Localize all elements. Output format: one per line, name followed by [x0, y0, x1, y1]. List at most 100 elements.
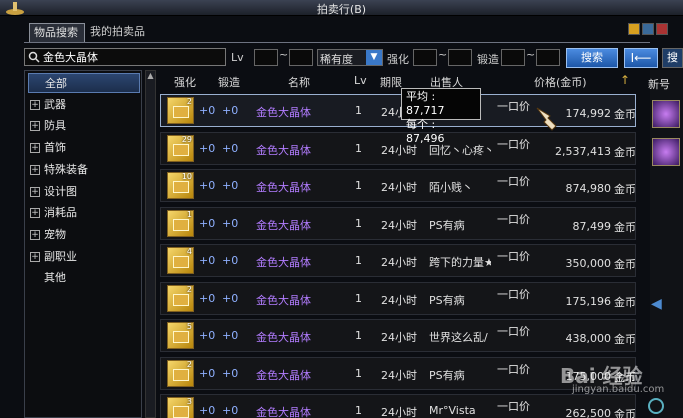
item-name-cell: 金色大晶体 — [256, 181, 311, 194]
forge-max-field[interactable] — [536, 49, 560, 66]
search-box — [24, 48, 226, 66]
category-item[interactable]: + 防具 — [28, 116, 140, 136]
level-cell: 1 — [355, 254, 362, 267]
resize-button[interactable] — [642, 23, 654, 35]
chest-shape — [173, 218, 189, 231]
table-row[interactable]: 29 +0 +0 金色大晶体 1 24小时 回忆丶心疼丶 一口价 2,537,413 金币 — [160, 131, 636, 165]
search-input[interactable] — [43, 50, 223, 64]
skill-icon[interactable] — [652, 138, 680, 166]
table-row[interactable]: 3 +0 +0 金色大晶体 1 24小时 Mr°Vista 一口价 262,500 金币 — [160, 394, 636, 418]
item-name-cell: 金色大晶体 — [256, 406, 311, 418]
currency-cell: 金币 — [614, 333, 636, 346]
skill-icon[interactable] — [652, 100, 680, 128]
item-count: 1 — [186, 209, 192, 219]
chest-shape — [173, 143, 189, 156]
expand-icon[interactable]: + — [30, 208, 40, 219]
category-label: 特殊装备 — [44, 162, 88, 176]
refresh-icon[interactable] — [648, 398, 664, 414]
period-cell: 24小时 — [381, 406, 417, 418]
category-item[interactable]: 全部 — [28, 73, 140, 93]
category-item[interactable]: + 武器 — [28, 95, 140, 115]
table-row[interactable]: 5 +0 +0 金色大晶体 1 24小时 世界这么乱/一口价 438,000 金币 — [160, 319, 636, 352]
col-forge[interactable]: 锻造 — [218, 74, 240, 90]
category-label: 全部 — [45, 77, 67, 90]
category-label: 其他 — [44, 271, 66, 285]
tooltip-average: 平均 : 87,717 — [406, 90, 445, 117]
chest-shape — [173, 106, 189, 118]
enhance-label: 强化 — [387, 53, 409, 66]
table-row[interactable]: 4 +0 +0 金色大晶体 1 24小时 跨下的力量★ 一口价 350,000 金币 — [160, 244, 636, 277]
level-cell: 1 — [355, 329, 362, 342]
col-price[interactable]: 价格(金币) — [534, 74, 587, 90]
back-button[interactable]: I⟵ — [624, 48, 658, 68]
category-item[interactable]: + 消耗品 — [28, 203, 140, 223]
tab-item-search[interactable]: 物品搜索 — [29, 23, 85, 43]
item-count: 3 — [186, 397, 192, 406]
category-item[interactable]: 其他 — [28, 268, 140, 288]
crystal-box-icon: 2 — [167, 97, 194, 124]
scroll-up-icon[interactable]: ▲ — [146, 71, 155, 81]
seller-cell: 世界这么乱/ — [429, 331, 488, 344]
enhance-max-field[interactable] — [448, 49, 472, 66]
col-lv[interactable]: Lv — [354, 74, 367, 87]
seller-cell: PS有病 — [429, 368, 465, 382]
currency-cell: 金币 — [614, 220, 636, 234]
expand-icon[interactable]: + — [30, 143, 40, 154]
category-item[interactable]: + 首饰 — [28, 138, 140, 158]
search-button[interactable]: 搜索 — [566, 48, 618, 68]
crystal-box-icon: 2 — [167, 359, 194, 387]
seller-cell: PS有病 — [429, 218, 465, 232]
category-item[interactable]: + 特殊装备 — [28, 160, 140, 180]
category-label: 首饰 — [44, 141, 66, 155]
lv-min-field[interactable] — [254, 49, 278, 66]
category-item[interactable]: + 宠物 — [28, 225, 140, 245]
item-name-cell: 金色大晶体 — [256, 256, 311, 269]
rarity-select[interactable]: 稀有度 ▼ — [317, 49, 383, 66]
table-row[interactable]: 2 +0 +0 金色大晶体 1 24小时 一口价 174,992 金币 — [160, 94, 636, 127]
sort-icon[interactable]: ↑ — [620, 73, 630, 87]
item-name-cell: 金色大晶体 — [256, 143, 311, 157]
more-button[interactable]: 搜 — [662, 48, 683, 68]
forge-label: 锻造 — [477, 53, 499, 66]
category-item[interactable]: + 设计图 — [28, 182, 140, 202]
tab-my-auctions[interactable]: 我的拍卖品 — [86, 23, 150, 43]
period-cell: 24小时 — [381, 181, 417, 194]
close-button[interactable] — [656, 23, 668, 35]
item-count: 2 — [186, 97, 192, 106]
item-count: 2 — [186, 359, 192, 369]
col-name[interactable]: 名称 — [288, 74, 310, 90]
lv-label: Lv — [231, 51, 244, 64]
price-cell: 350,000 — [565, 257, 612, 270]
price-type-cell: 一口价 — [497, 175, 530, 188]
forge-min-field[interactable] — [501, 49, 525, 66]
arrow-left-icon[interactable]: ◀ — [651, 296, 662, 312]
price-type-cell: 一口价 — [497, 325, 530, 338]
table-row[interactable]: 10 +0 +0 金色大晶体 1 24小时 陌小贱丶 一口价 874,980 金币 — [160, 169, 636, 202]
expand-icon[interactable]: + — [30, 186, 40, 197]
expand-icon[interactable]: + — [30, 121, 40, 132]
expand-icon[interactable]: + — [30, 251, 40, 262]
enhance-cell: +0 — [199, 141, 216, 155]
col-period[interactable]: 期限 — [380, 74, 402, 90]
price-cell: 262,500 — [565, 407, 612, 418]
expand-icon[interactable]: + — [30, 99, 40, 110]
lv-max-field[interactable] — [289, 49, 313, 66]
col-enhance[interactable]: 强化 — [174, 74, 196, 90]
category-item[interactable]: + 副职业 — [28, 247, 140, 267]
table-row[interactable]: 1 +0 +0 金色大晶体 1 24小时 PS有病 一口价 87,499 金币 — [160, 206, 636, 240]
search-icon — [28, 51, 40, 63]
hand-cursor-icon — [536, 107, 557, 131]
chest-shape — [173, 331, 189, 343]
expand-icon[interactable]: + — [30, 164, 40, 175]
right-panel-title: 新号 — [648, 78, 670, 91]
period-cell: 24小时 — [381, 368, 417, 382]
crystal-box-icon: 2 — [167, 284, 194, 312]
expand-icon[interactable]: + — [30, 229, 40, 240]
table-row[interactable]: 2 +0 +0 金色大晶体 1 24小时 PS有病 一口价 175,196 金币 — [160, 281, 636, 315]
chevron-down-icon[interactable]: ▼ — [366, 50, 382, 65]
scrollbar[interactable]: ▲ — [145, 70, 156, 418]
enhance-min-field[interactable] — [413, 49, 437, 66]
minimize-button[interactable] — [628, 23, 640, 35]
forge-cell: +0 — [222, 254, 239, 267]
category-label: 副职业 — [44, 249, 77, 263]
